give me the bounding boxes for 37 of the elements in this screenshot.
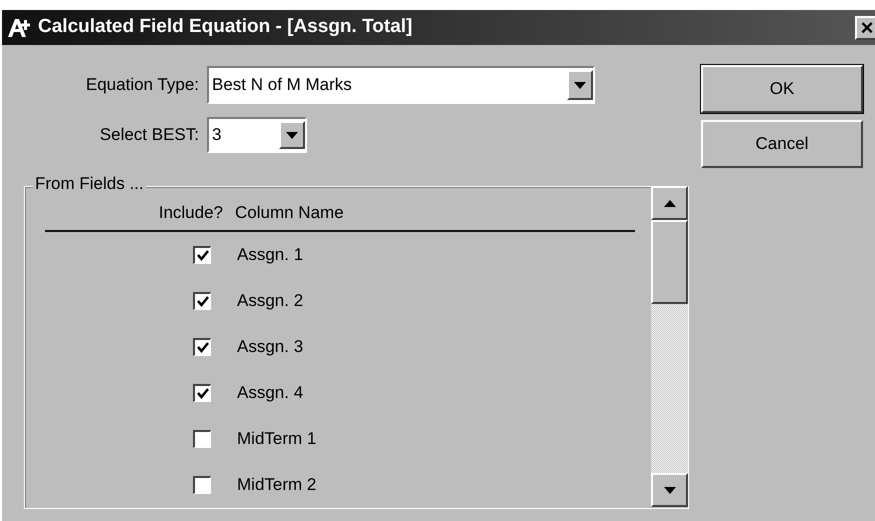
best-count-dropdown[interactable]: 3 bbox=[207, 117, 307, 153]
dropdown-arrow-button[interactable] bbox=[279, 121, 305, 149]
checkmark-icon bbox=[196, 296, 208, 307]
scroll-thumb[interactable] bbox=[651, 220, 688, 304]
column-name: MidTerm 1 bbox=[236, 428, 316, 450]
caret-icon bbox=[574, 82, 586, 88]
column-header: Column Name bbox=[234, 202, 344, 224]
include-checkbox[interactable] bbox=[193, 476, 211, 494]
close-button[interactable]: × bbox=[855, 16, 875, 40]
up-arrow-icon bbox=[664, 200, 676, 206]
include-checkbox[interactable] bbox=[193, 292, 211, 310]
include-checkbox[interactable] bbox=[193, 246, 211, 264]
column-name: Assgn. 4 bbox=[236, 382, 304, 404]
include-checkbox[interactable] bbox=[193, 430, 211, 448]
include-checkbox[interactable] bbox=[193, 384, 211, 402]
equation-type-dropdown[interactable]: Best N of M Marks bbox=[207, 66, 595, 104]
caret-icon bbox=[286, 132, 298, 138]
dropdown-arrow-button[interactable] bbox=[567, 70, 593, 100]
cancel-button[interactable]: Cancel bbox=[701, 120, 863, 168]
ok-button[interactable]: OK bbox=[701, 65, 863, 113]
include-checkbox[interactable] bbox=[193, 338, 211, 356]
column-header: Include? bbox=[158, 202, 223, 224]
down-arrow-icon bbox=[664, 486, 676, 494]
scrollbar[interactable] bbox=[651, 186, 688, 507]
scroll-down-button[interactable] bbox=[651, 473, 688, 507]
column-name: Assgn. 1 bbox=[236, 244, 304, 266]
checkmark-icon bbox=[196, 342, 208, 353]
column-name: Assgn. 3 bbox=[236, 336, 304, 358]
checkmark-icon bbox=[196, 388, 208, 399]
scroll-up-button[interactable] bbox=[651, 186, 688, 220]
field-label: Select BEST: bbox=[98, 124, 200, 146]
checkmark-icon bbox=[196, 250, 208, 261]
window-title: Calculated Field Equation - [Assgn. Total] bbox=[38, 15, 412, 40]
column-name: Assgn. 2 bbox=[236, 290, 304, 312]
field-label: Equation Type: bbox=[84, 74, 200, 96]
column-name: MidTerm 2 bbox=[236, 474, 316, 496]
app-logo-icon bbox=[6, 16, 32, 38]
